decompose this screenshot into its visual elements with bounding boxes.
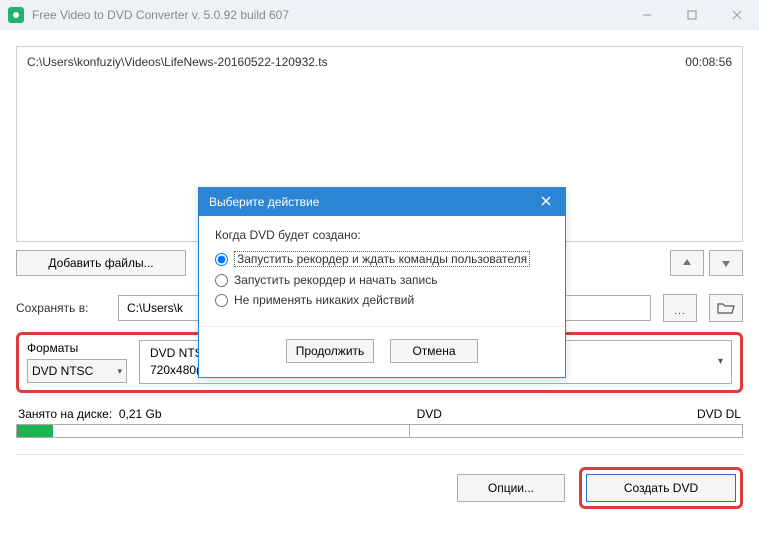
radio-label-start: Запустить рекордер и начать запись — [234, 273, 438, 287]
save-to-label: Сохранять в: — [16, 301, 106, 315]
chevron-down-icon: ▾ — [117, 366, 122, 377]
format-preset-value: DVD NTSC — [32, 364, 93, 378]
browse-button[interactable]: ... — [663, 294, 697, 322]
disk-end-label: DVD DL — [697, 407, 741, 421]
divider — [16, 454, 743, 455]
add-files-button[interactable]: Добавить файлы... — [16, 250, 186, 276]
app-logo-icon — [8, 7, 24, 23]
radio-option-wait[interactable]: Запустить рекордер и ждать команды польз… — [215, 248, 549, 270]
file-duration: 00:08:56 — [685, 55, 732, 69]
folder-icon — [717, 301, 735, 315]
close-icon — [541, 196, 551, 206]
radio-input-none[interactable] — [215, 294, 228, 307]
create-dvd-button[interactable]: Создать DVD — [586, 474, 736, 502]
file-path: C:\Users\konfuziy\Videos\LifeNews-201605… — [27, 55, 328, 69]
disk-dvd-tick — [409, 424, 410, 438]
dialog-prompt: Когда DVD будет создано: — [215, 228, 549, 242]
window-title: Free Video to DVD Converter v. 5.0.92 bu… — [32, 8, 624, 22]
formats-label: Форматы — [27, 341, 127, 355]
format-preset-select[interactable]: DVD NTSC ▾ — [27, 359, 127, 383]
open-folder-button[interactable] — [709, 294, 743, 322]
action-dialog: Выберите действие Когда DVD будет создан… — [198, 187, 566, 378]
disk-usage-label: Занято на диске: — [18, 407, 112, 421]
radio-label-none: Не применять никаких действий — [234, 293, 414, 307]
continue-button[interactable]: Продолжить — [286, 339, 374, 363]
disk-mid-label: DVD — [417, 407, 442, 421]
dialog-title: Выберите действие — [209, 195, 319, 209]
close-button[interactable] — [714, 0, 759, 30]
radio-input-start[interactable] — [215, 274, 228, 287]
move-up-button[interactable] — [670, 250, 704, 276]
dialog-close-button[interactable] — [537, 195, 555, 209]
radio-option-start[interactable]: Запустить рекордер и начать запись — [215, 270, 549, 290]
file-list-row[interactable]: C:\Users\konfuziy\Videos\LifeNews-201605… — [27, 53, 732, 71]
minimize-button[interactable] — [624, 0, 669, 30]
move-down-button[interactable] — [709, 250, 743, 276]
disk-usage-fill — [17, 425, 53, 437]
titlebar: Free Video to DVD Converter v. 5.0.92 bu… — [0, 0, 759, 30]
create-button-highlight: Создать DVD — [579, 467, 743, 509]
disk-usage-bar — [16, 424, 743, 438]
cancel-button[interactable]: Отмена — [390, 339, 478, 363]
options-button[interactable]: Опции... — [457, 474, 565, 502]
chevron-down-icon: ▾ — [718, 355, 723, 369]
radio-label-wait: Запустить рекордер и ждать команды польз… — [234, 251, 530, 267]
radio-option-none[interactable]: Не применять никаких действий — [215, 290, 549, 310]
radio-input-wait[interactable] — [215, 253, 228, 266]
disk-usage-size: 0,21 Gb — [119, 407, 162, 421]
maximize-button[interactable] — [669, 0, 714, 30]
